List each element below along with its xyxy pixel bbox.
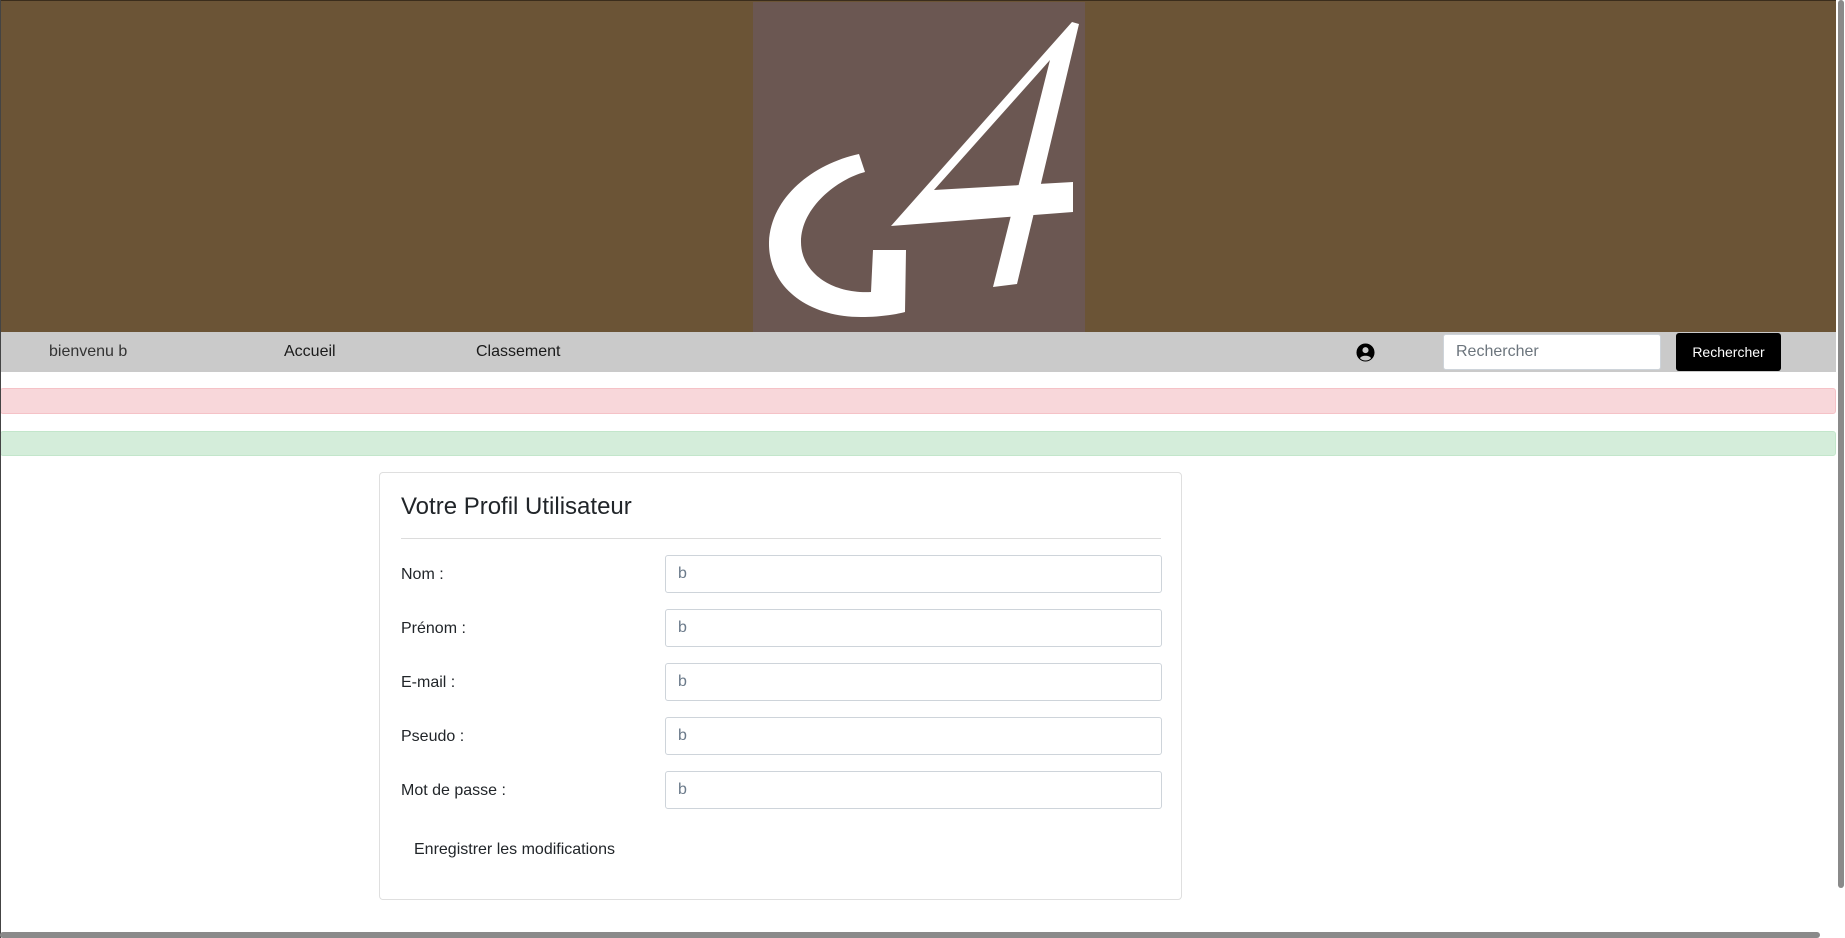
site-logo[interactable] bbox=[753, 2, 1085, 333]
divider bbox=[401, 538, 1161, 539]
navbar: bienvenu b Accueil Classement Rechercher bbox=[0, 332, 1836, 372]
password-label: Mot de passe : bbox=[401, 782, 506, 799]
page-title: Votre Profil Utilisateur bbox=[401, 493, 632, 520]
user-circle-icon[interactable] bbox=[1356, 343, 1375, 362]
profile-card: Votre Profil Utilisateur Nom : Prénom : … bbox=[379, 472, 1182, 900]
pseudo-label: Pseudo : bbox=[401, 728, 465, 745]
search-input[interactable] bbox=[1443, 334, 1661, 370]
g4-logo-icon bbox=[768, 22, 1079, 317]
nom-field[interactable] bbox=[665, 555, 1162, 593]
email-field[interactable] bbox=[665, 663, 1162, 701]
horizontal-scrollbar[interactable] bbox=[0, 932, 1820, 938]
prenom-field[interactable] bbox=[665, 609, 1162, 647]
email-label: E-mail : bbox=[401, 674, 456, 691]
success-alert bbox=[0, 431, 1836, 456]
nav-link-accueil[interactable]: Accueil bbox=[284, 332, 336, 372]
error-alert bbox=[0, 388, 1836, 414]
welcome-text: bienvenu b bbox=[49, 343, 128, 360]
password-field[interactable] bbox=[665, 771, 1162, 809]
page: bienvenu b Accueil Classement Rechercher… bbox=[0, 0, 1845, 938]
save-button[interactable]: Enregistrer les modifications bbox=[401, 833, 628, 867]
search-button[interactable]: Rechercher bbox=[1676, 333, 1781, 371]
nav-link-classement[interactable]: Classement bbox=[476, 332, 560, 372]
header-banner bbox=[0, 0, 1836, 333]
pseudo-field[interactable] bbox=[665, 717, 1162, 755]
window-edge bbox=[0, 0, 1, 938]
vertical-scrollbar[interactable] bbox=[1838, 0, 1844, 888]
prenom-label: Prénom : bbox=[401, 620, 466, 637]
nom-label: Nom : bbox=[401, 566, 444, 583]
